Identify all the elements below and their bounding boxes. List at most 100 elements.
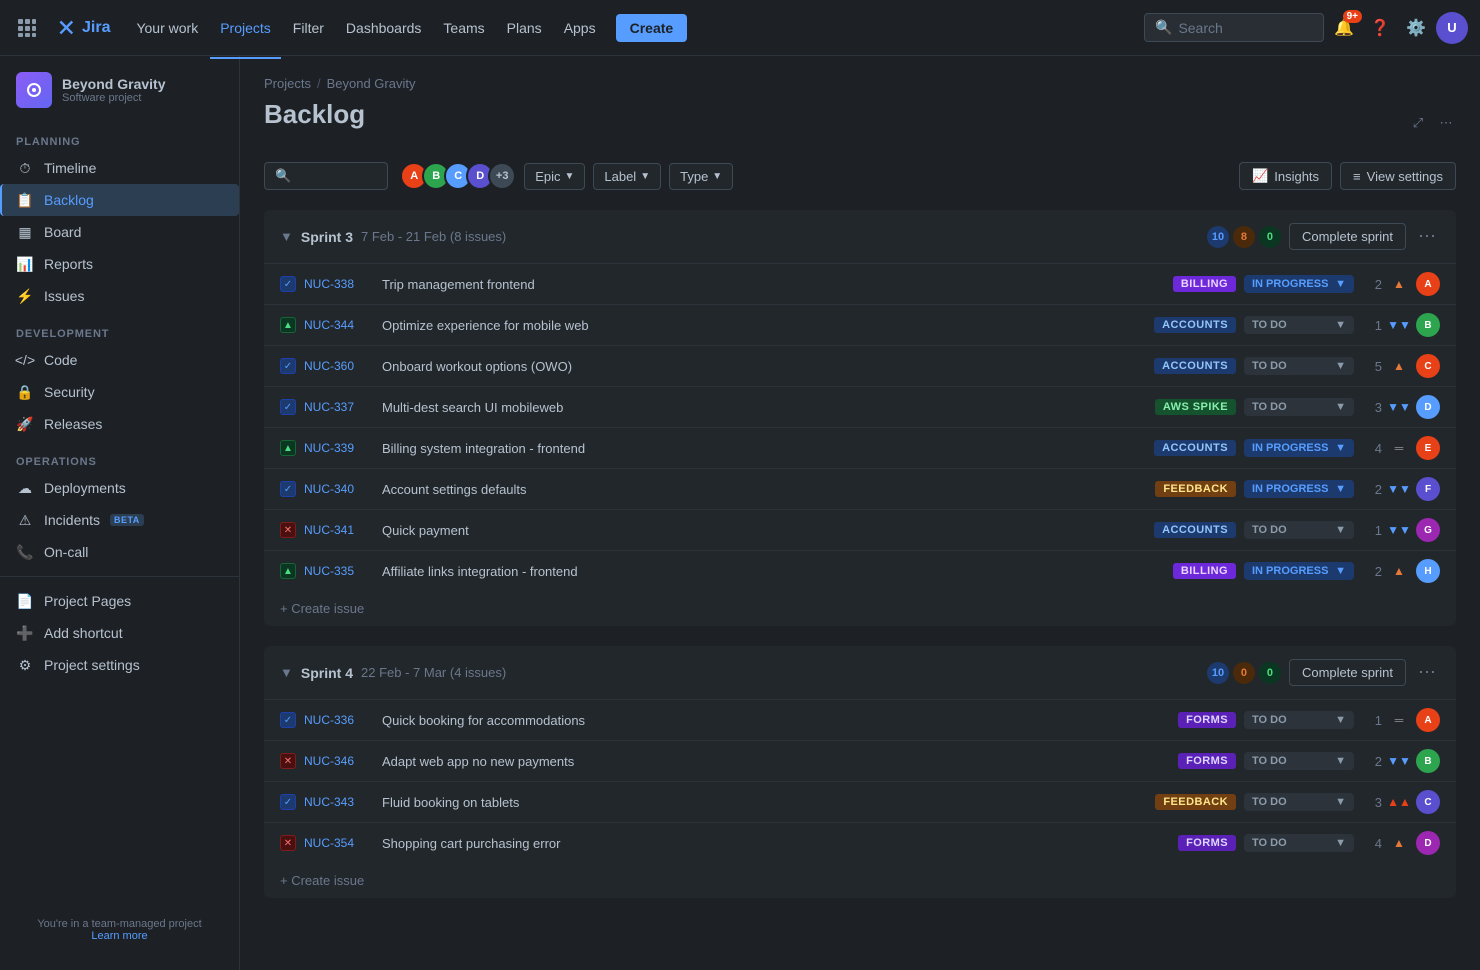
view-settings-button[interactable]: ≡ View settings [1340,162,1456,190]
learn-more-link[interactable]: Learn more [91,930,147,942]
sprint-3-complete-button[interactable]: Complete sprint [1289,223,1406,250]
sprint-4-header: ▼ Sprint 4 22 Feb - 7 Mar (4 issues) 10 … [264,646,1456,700]
sprint-3-more-icon[interactable]: ⋯ [1414,222,1440,251]
sidebar-item-releases[interactable]: 🚀 Releases [0,408,239,440]
sidebar-item-oncall[interactable]: 📞 On-call [0,536,239,568]
insights-button[interactable]: 📈 Insights [1239,162,1332,190]
nav-your-work: Your work [126,14,208,42]
expand-icon[interactable]: ⤢ [1408,113,1428,133]
page-title: Backlog [264,99,365,130]
issue-status[interactable]: TO DO▼ [1244,752,1354,770]
sidebar-item-timeline[interactable]: ⏱ Timeline [0,152,239,184]
sidebar-item-deployments[interactable]: ☁ Deployments [0,472,239,504]
issue-nuc-337[interactable]: ✓ NUC-337 Multi-dest search UI mobileweb… [264,387,1456,428]
jira-logo[interactable]: Jira [46,17,118,39]
issue-status[interactable]: IN PROGRESS▼ [1244,275,1354,293]
breadcrumb: Projects / Beyond Gravity [264,76,1456,91]
sprint-3-toggle[interactable]: ▼ [280,229,293,244]
sidebar-item-reports[interactable]: 📊 Reports [0,248,239,280]
sprint-3-block: ▼ Sprint 3 7 Feb - 21 Feb (8 issues) 10 … [264,210,1456,626]
sprint-4-create-issue[interactable]: + Create issue [264,863,1456,898]
priority-high-icon: ▲ [1390,834,1408,852]
sprint-3-badge-green: 0 [1259,226,1281,248]
epic-filter[interactable]: Epic ▼ [524,163,585,190]
search-input[interactable] [1178,20,1298,36]
issue-status[interactable]: IN PROGRESS▼ [1244,439,1354,457]
issue-avatar: G [1416,518,1440,542]
sprint-4-complete-button[interactable]: Complete sprint [1289,659,1406,686]
user-avatar[interactable]: U [1436,12,1468,44]
issue-avatar: D [1416,831,1440,855]
issue-nuc-360[interactable]: ✓ NUC-360 Onboard workout options (OWO) … [264,346,1456,387]
issue-label: BILLING [1173,563,1236,579]
shortcut-icon: ➕ [16,624,34,642]
sidebar-item-add-shortcut[interactable]: ➕ Add shortcut [0,617,239,649]
breadcrumb-projects[interactable]: Projects [264,76,311,91]
sidebar-item-issues[interactable]: ⚡ Issues [0,280,239,312]
issue-points: 5 [1362,359,1382,374]
issue-nuc-339[interactable]: ▲ NUC-339 Billing system integration - f… [264,428,1456,469]
issue-status[interactable]: TO DO▼ [1244,834,1354,852]
sprint-4-toggle[interactable]: ▼ [280,665,293,680]
issue-status[interactable]: TO DO▼ [1244,398,1354,416]
issue-type-story-icon: ▲ [280,440,296,456]
issue-nuc-344[interactable]: ▲ NUC-344 Optimize experience for mobile… [264,305,1456,346]
insights-icon: 📈 [1252,168,1268,184]
sprint-4-issues: ✓ NUC-336 Quick booking for accommodatio… [264,700,1456,863]
notifications-button[interactable]: 🔔 9+ [1328,12,1360,44]
filter-search[interactable]: 🔍 [264,162,388,190]
issue-avatar: C [1416,354,1440,378]
issue-nuc-354[interactable]: ✕ NUC-354 Shopping cart purchasing error… [264,823,1456,863]
sidebar-item-backlog[interactable]: 📋 Backlog [0,184,239,216]
breadcrumb-project[interactable]: Beyond Gravity [327,76,416,91]
issue-nuc-338[interactable]: ✓ NUC-338 Trip management frontend BILLI… [264,264,1456,305]
issue-points: 2 [1362,277,1382,292]
sidebar-divider [0,576,239,577]
issue-status[interactable]: TO DO▼ [1244,357,1354,375]
project-icon [16,72,52,108]
issue-summary: Quick booking for accommodations [382,713,1170,728]
issue-nuc-340[interactable]: ✓ NUC-340 Account settings defaults FEED… [264,469,1456,510]
search-box[interactable]: 🔍 [1144,13,1324,42]
sidebar-item-code[interactable]: </> Code [0,344,239,376]
issue-key: NUC-340 [304,482,374,496]
issue-type-task-icon: ✓ [280,399,296,415]
create-button[interactable]: Create [616,14,688,42]
issue-summary: Billing system integration - frontend [382,441,1146,456]
backlog-search-input[interactable] [297,169,377,184]
issue-summary: Fluid booking on tablets [382,795,1147,810]
issue-status[interactable]: TO DO▼ [1244,793,1354,811]
avatar-more[interactable]: +3 [488,162,516,190]
type-filter[interactable]: Type ▼ [669,163,733,190]
more-options-icon[interactable]: ⋯ [1436,113,1456,133]
sidebar-item-security[interactable]: 🔒 Security [0,376,239,408]
issue-label: FORMS [1178,712,1236,728]
settings-button[interactable]: ⚙️ [1400,12,1432,44]
issue-nuc-335[interactable]: ▲ NUC-335 Affiliate links integration - … [264,551,1456,591]
sprint-3-badge-blue: 10 [1207,226,1229,248]
label-filter[interactable]: Label ▼ [593,163,661,190]
issue-summary: Multi-dest search UI mobileweb [382,400,1147,415]
issue-summary: Optimize experience for mobile web [382,318,1146,333]
issue-nuc-336[interactable]: ✓ NUC-336 Quick booking for accommodatio… [264,700,1456,741]
grid-menu-icon[interactable] [12,13,42,43]
issue-label: ACCOUNTS [1154,440,1236,456]
sidebar-item-project-pages[interactable]: 📄 Project Pages [0,585,239,617]
issue-status[interactable]: IN PROGRESS▼ [1244,480,1354,498]
sidebar: Beyond Gravity Software project PLANNING… [0,56,240,970]
sprint-3-create-issue[interactable]: + Create issue [264,591,1456,626]
sprint-4-more-icon[interactable]: ⋯ [1414,658,1440,687]
issue-avatar: H [1416,559,1440,583]
issue-nuc-346[interactable]: ✕ NUC-346 Adapt web app no new payments … [264,741,1456,782]
sidebar-item-incidents[interactable]: ⚠ Incidents BETA [0,504,239,536]
issue-nuc-343[interactable]: ✓ NUC-343 Fluid booking on tablets FEEDB… [264,782,1456,823]
issue-status[interactable]: TO DO▼ [1244,711,1354,729]
issue-status[interactable]: IN PROGRESS▼ [1244,562,1354,580]
help-button[interactable]: ❓ [1364,12,1396,44]
sidebar-item-board[interactable]: ▦ Board [0,216,239,248]
sidebar-item-project-settings[interactable]: ⚙ Project settings [0,649,239,681]
issue-nuc-341[interactable]: ✕ NUC-341 Quick payment ACCOUNTS TO DO▼ … [264,510,1456,551]
reports-icon: 📊 [16,255,34,273]
issue-status[interactable]: TO DO▼ [1244,316,1354,334]
issue-status[interactable]: TO DO▼ [1244,521,1354,539]
